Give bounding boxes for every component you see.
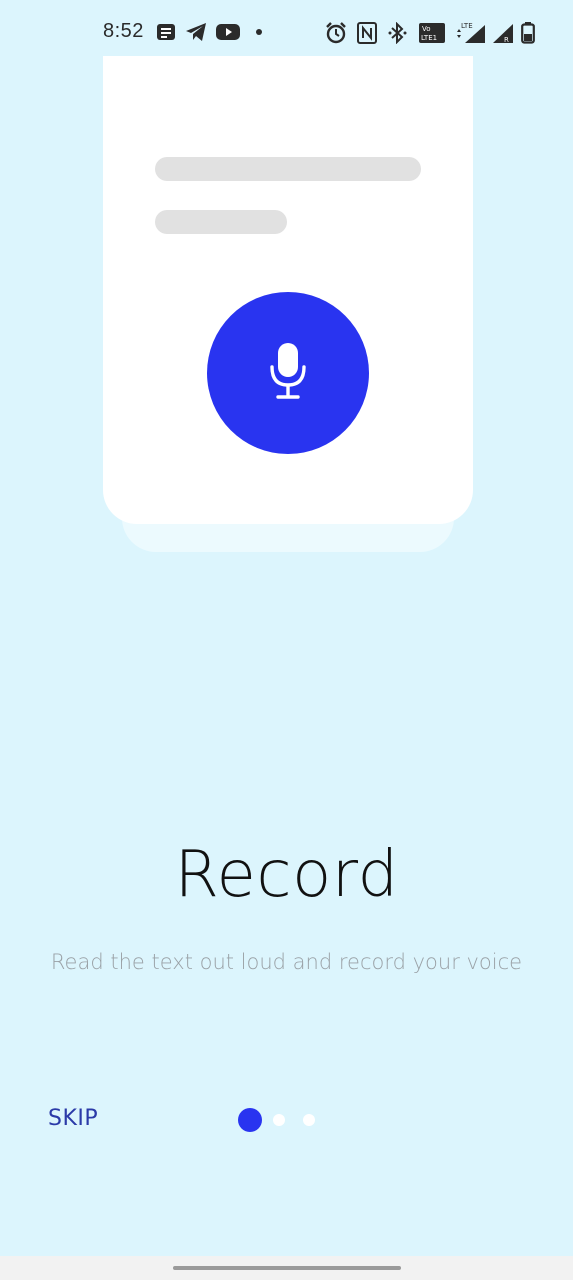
svg-text:LTE: LTE <box>461 22 473 30</box>
svg-text:Vo: Vo <box>422 25 431 33</box>
message-icon <box>156 22 176 44</box>
microphone-icon <box>268 341 308 405</box>
nfc-icon <box>357 22 377 44</box>
lte-signal-icon: LTE <box>455 22 487 44</box>
page-dot-active[interactable] <box>238 1108 262 1132</box>
skip-button[interactable]: SKIP <box>48 1106 98 1131</box>
dot-icon <box>255 22 263 44</box>
battery-icon <box>521 22 535 44</box>
system-nav-bar <box>0 1256 573 1280</box>
text-placeholder-line <box>155 157 421 181</box>
svg-text:R: R <box>504 36 509 44</box>
alarm-icon <box>325 22 347 44</box>
page-subtitle: Read the text out loud and record your v… <box>50 950 523 974</box>
status-bar: 8:52 Vo LTE1 LTE R <box>0 0 573 64</box>
page-dot[interactable] <box>303 1114 315 1126</box>
home-gesture-handle[interactable] <box>173 1266 401 1270</box>
record-mic-button <box>207 292 369 454</box>
record-illustration-card <box>103 56 473 524</box>
page-dot[interactable] <box>273 1114 285 1126</box>
status-time: 8:52 <box>103 20 144 42</box>
bluetooth-icon <box>388 22 408 44</box>
page-title: Record <box>174 838 399 912</box>
text-placeholder-line <box>155 210 287 234</box>
volte-icon: Vo LTE1 <box>418 22 446 44</box>
svg-text:LTE1: LTE1 <box>421 34 437 42</box>
youtube-icon <box>216 22 240 44</box>
telegram-icon <box>185 22 207 44</box>
signal-icon: R <box>491 22 515 44</box>
